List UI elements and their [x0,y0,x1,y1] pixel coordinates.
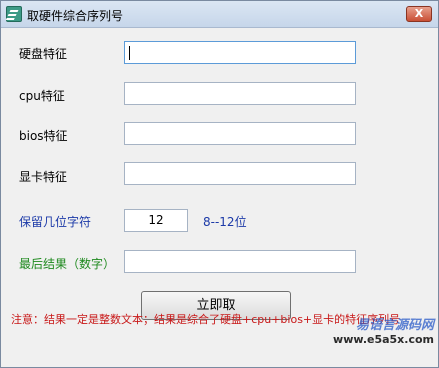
title-bar[interactable]: 取硬件综合序列号 X [1,1,438,28]
text-caret [129,45,130,60]
close-icon[interactable]: X [406,6,432,22]
watermark-url: www.e5a5x.com [333,333,434,346]
result-label: 最后结果（数字） [19,257,116,271]
cpu-feature-input[interactable] [124,82,356,105]
watermark-text: 易语言源码网 [355,318,434,333]
result-input[interactable] [124,250,356,273]
cpu-label: cpu特征 [19,89,65,103]
bios-label: bios特征 [19,129,68,143]
bios-feature-input[interactable] [124,122,356,145]
digits-label: 保留几位字符 [19,215,92,229]
digits-input[interactable]: 12 [124,209,188,232]
site-watermark: 易语言源码网 www.e5a5x.com [333,319,434,347]
disk-feature-input[interactable] [124,41,356,64]
app-icon [6,6,22,22]
digits-hint: 8--12位 [203,215,247,229]
gpu-label: 显卡特征 [19,170,68,184]
disk-label: 硬盘特征 [19,47,68,61]
app-window: 取硬件综合序列号 X 硬盘特征 cpu特征 bios特征 显卡特征 保留几位字符… [0,0,439,368]
window-title: 取硬件综合序列号 [27,9,124,23]
gpu-feature-input[interactable] [124,162,356,185]
